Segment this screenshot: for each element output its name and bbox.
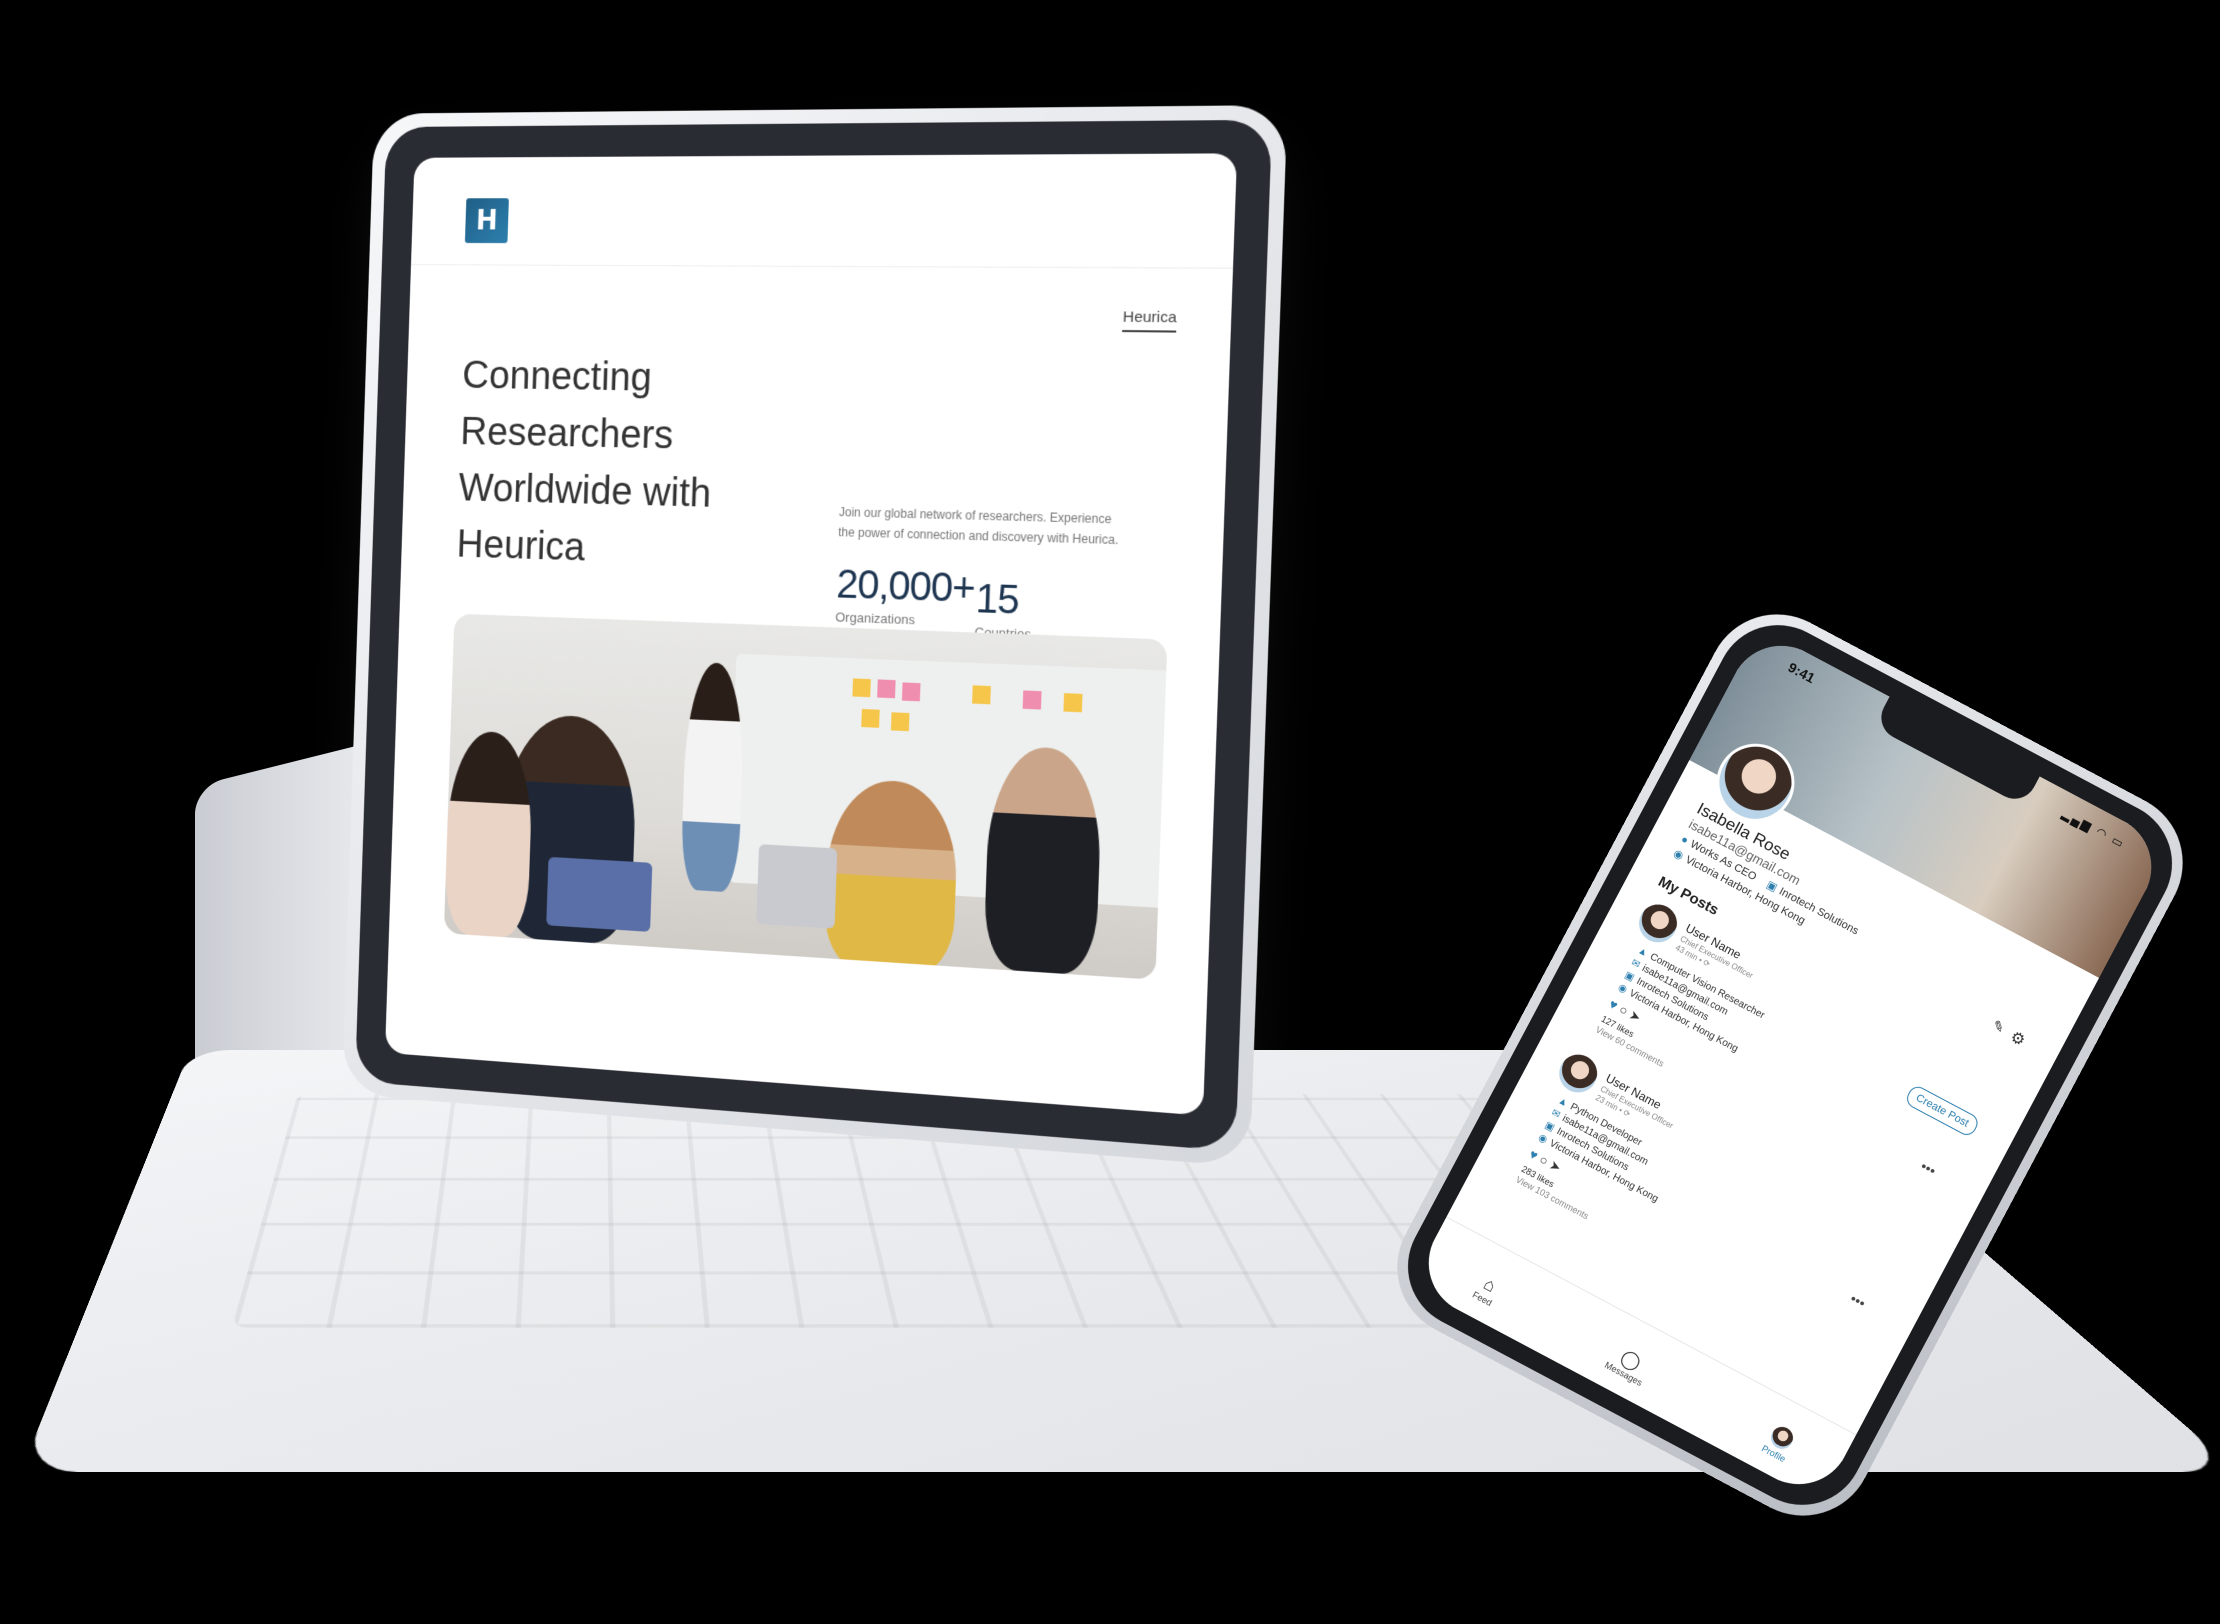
- stat-value: 20,000+: [835, 562, 976, 612]
- hero-title: Connecting Researchers Worldwide with He…: [456, 353, 712, 570]
- photo-sticky-note: [972, 685, 991, 705]
- photo-sticky-note: [861, 708, 880, 728]
- more-options-icon[interactable]: •••: [1848, 1290, 1869, 1311]
- edit-icon[interactable]: ✎: [1989, 1017, 2008, 1038]
- gear-icon[interactable]: ⚙: [2007, 1027, 2029, 1051]
- photo-sticky-note: [1022, 690, 1042, 710]
- photo-sticky-note: [877, 679, 896, 699]
- tab-feed[interactable]: ⌂ Feed: [1445, 1257, 1530, 1322]
- tab-profile[interactable]: Profile: [1736, 1409, 1823, 1477]
- mail-icon: ✉: [1549, 1107, 1562, 1122]
- share-icon[interactable]: ➤: [1547, 1157, 1564, 1175]
- building-icon: ▣: [1764, 878, 1780, 895]
- photo-person: [680, 661, 746, 893]
- mail-icon: ✉: [1629, 957, 1642, 971]
- stat-label: Organizations: [835, 609, 916, 628]
- user-icon: ▲: [1555, 1095, 1570, 1110]
- photo-sticky-note: [852, 678, 871, 698]
- tablet-bezel: H Heurica Connecting Researchers Worldwi…: [355, 119, 1273, 1152]
- photo-laptop: [546, 856, 653, 932]
- post-location-text: Victoria Harbor, Hong Kong: [1547, 1138, 1660, 1205]
- hero-photo-team-meeting: [443, 613, 1168, 980]
- photo-sticky-note: [1063, 693, 1083, 713]
- location-pin-icon: ◉: [1671, 847, 1686, 863]
- tablet-screen: H Heurica Connecting Researchers Worldwi…: [385, 153, 1238, 1116]
- location-pin-icon: ◉: [1536, 1132, 1550, 1146]
- building-icon: ▣: [1542, 1119, 1557, 1134]
- share-icon[interactable]: ➤: [1627, 1007, 1644, 1025]
- more-options-icon[interactable]: •••: [1918, 1158, 1939, 1179]
- location-pin-icon: ◉: [1616, 982, 1629, 996]
- building-icon: ▣: [1622, 969, 1637, 984]
- nav-link-heurica[interactable]: Heurica: [1122, 308, 1177, 333]
- post-avatar[interactable]: [1632, 897, 1684, 950]
- user-icon: ▲: [1635, 944, 1650, 960]
- photo-sticky-note: [901, 682, 921, 702]
- photo-laptop: [756, 844, 838, 929]
- hero-description: Join our global network of researchers. …: [838, 505, 1119, 548]
- tab-messages[interactable]: ◯ Messages: [1586, 1332, 1671, 1397]
- tablet-device: H Heurica Connecting Researchers Worldwi…: [341, 105, 1288, 1168]
- photo-sticky-note: [890, 712, 910, 732]
- stat-value: 15: [974, 576, 1020, 623]
- briefcase-icon: ●: [1678, 833, 1691, 848]
- heurica-logo[interactable]: H: [464, 198, 509, 244]
- site-header: H: [410, 153, 1238, 269]
- stat-organizations: 20,000+ Organizations: [835, 562, 975, 629]
